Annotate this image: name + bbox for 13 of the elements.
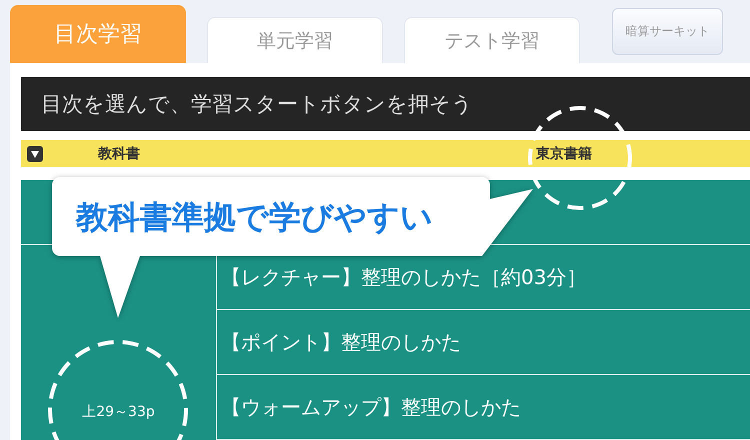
textbook-label: 教科書: [98, 144, 140, 162]
tab[interactable]: 単元学習: [207, 17, 383, 63]
dropdown-toggle-icon[interactable]: [27, 146, 43, 162]
lesson-item[interactable]: 【レクチャー】整理のしかた［約03分］: [221, 264, 586, 290]
instruction-text: 目次を選んで、学習スタートボタンを押そう: [41, 91, 473, 118]
lesson-item[interactable]: 【ポイント】整理のしかた: [221, 328, 461, 356]
tab[interactable]: テスト学習: [404, 17, 580, 63]
textbook-value: 東京書籍: [536, 144, 592, 162]
callout-text: 教科書準拠で学びやすい: [76, 197, 433, 237]
page-range: 上29～33p: [82, 403, 155, 422]
tab[interactable]: 目次学習: [10, 5, 186, 63]
mental-math-button[interactable]: 暗算サーキット: [612, 8, 723, 55]
lesson-item[interactable]: 【ウォームアップ】整理のしかた: [221, 394, 521, 420]
